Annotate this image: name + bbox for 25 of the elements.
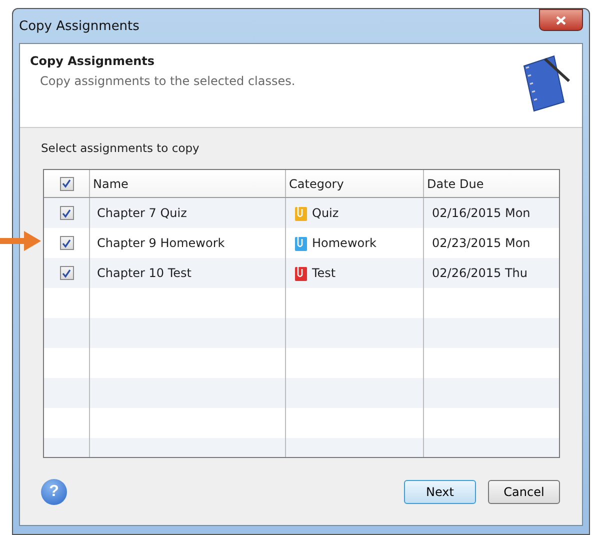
checkbox[interactable] — [60, 206, 74, 220]
checkbox[interactable] — [60, 236, 74, 250]
dialog-button[interactable]: Next — [404, 480, 476, 504]
close-icon — [556, 16, 566, 24]
column-header[interactable]: Category — [289, 176, 344, 190]
table-cell: 02/16/2015 Mon — [432, 206, 530, 220]
table-cell: 02/23/2015 Mon — [432, 236, 530, 250]
checkbox[interactable] — [60, 266, 74, 280]
dialog-subtitle: Copy assignments to the selected classes. — [40, 74, 296, 88]
window-title: Copy Assignments — [19, 18, 140, 34]
dialog-button[interactable]: Cancel — [488, 480, 560, 504]
table-cell: 02/26/2015 Thu — [432, 266, 528, 280]
dialog-heading: Copy Assignments — [30, 54, 156, 68]
column-header[interactable]: Date Due — [427, 176, 484, 190]
close-button[interactable] — [539, 9, 583, 31]
table-cell: Quiz — [312, 206, 339, 220]
arrow-icon — [0, 229, 42, 253]
table-cell: Homework — [312, 236, 376, 250]
table-cell: Test — [312, 266, 336, 280]
checkbox[interactable] — [60, 176, 74, 190]
table-cell: Chapter 9 Homework — [97, 236, 225, 250]
table-cell: Chapter 10 Test — [97, 266, 192, 280]
section-label: Select assignments to copy — [41, 141, 200, 155]
column-header[interactable]: Name — [93, 176, 128, 190]
table-cell: Chapter 7 Quiz — [97, 206, 187, 220]
